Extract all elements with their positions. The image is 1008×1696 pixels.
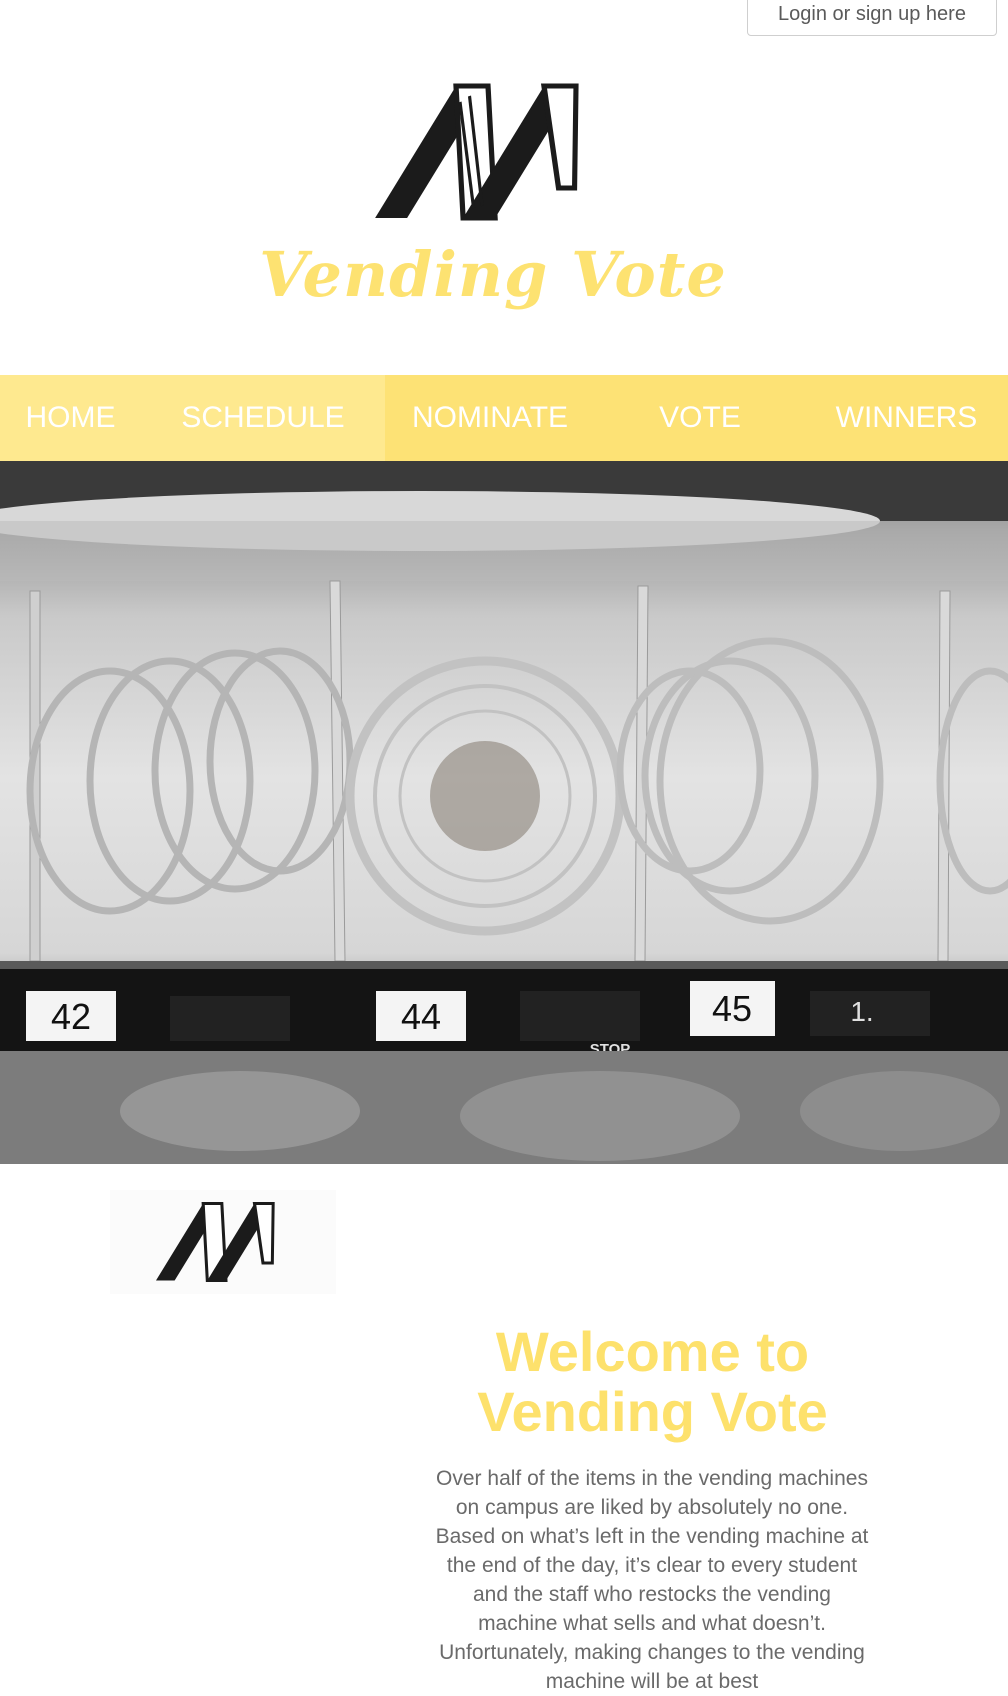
vending-machine-illustration: 42 44 45 1. STOP (0, 461, 1008, 1164)
nav-home[interactable]: HOME (0, 375, 141, 461)
login-button[interactable]: Login or sign up here (747, 0, 997, 36)
hero-vending-image: 42 44 45 1. STOP (0, 461, 1008, 1164)
welcome-heading: Welcome to Vending Vote (477, 1320, 828, 1443)
slot-label: 42 (51, 996, 91, 1037)
logo-small (110, 1190, 336, 1294)
vv-logo-small-icon (155, 1202, 275, 1282)
main-nav: HOME SCHEDULE NOMINATE VOTE WINNERS (0, 375, 1008, 461)
intro-paragraph: Over half of the items in the vending ma… (435, 1467, 869, 1693)
vv-logo-icon (375, 83, 579, 221)
brand-wordmark: Vending Vote (259, 238, 727, 311)
nav-vote[interactable]: VOTE (595, 375, 805, 461)
slot-label: 44 (401, 996, 441, 1037)
slot-label: 45 (712, 988, 752, 1029)
nav-schedule[interactable]: SCHEDULE (141, 375, 385, 461)
nav-winners[interactable]: WINNERS (805, 375, 1008, 461)
nav-nominate[interactable]: NOMINATE (385, 375, 595, 461)
slot-label: 1. (850, 996, 873, 1027)
